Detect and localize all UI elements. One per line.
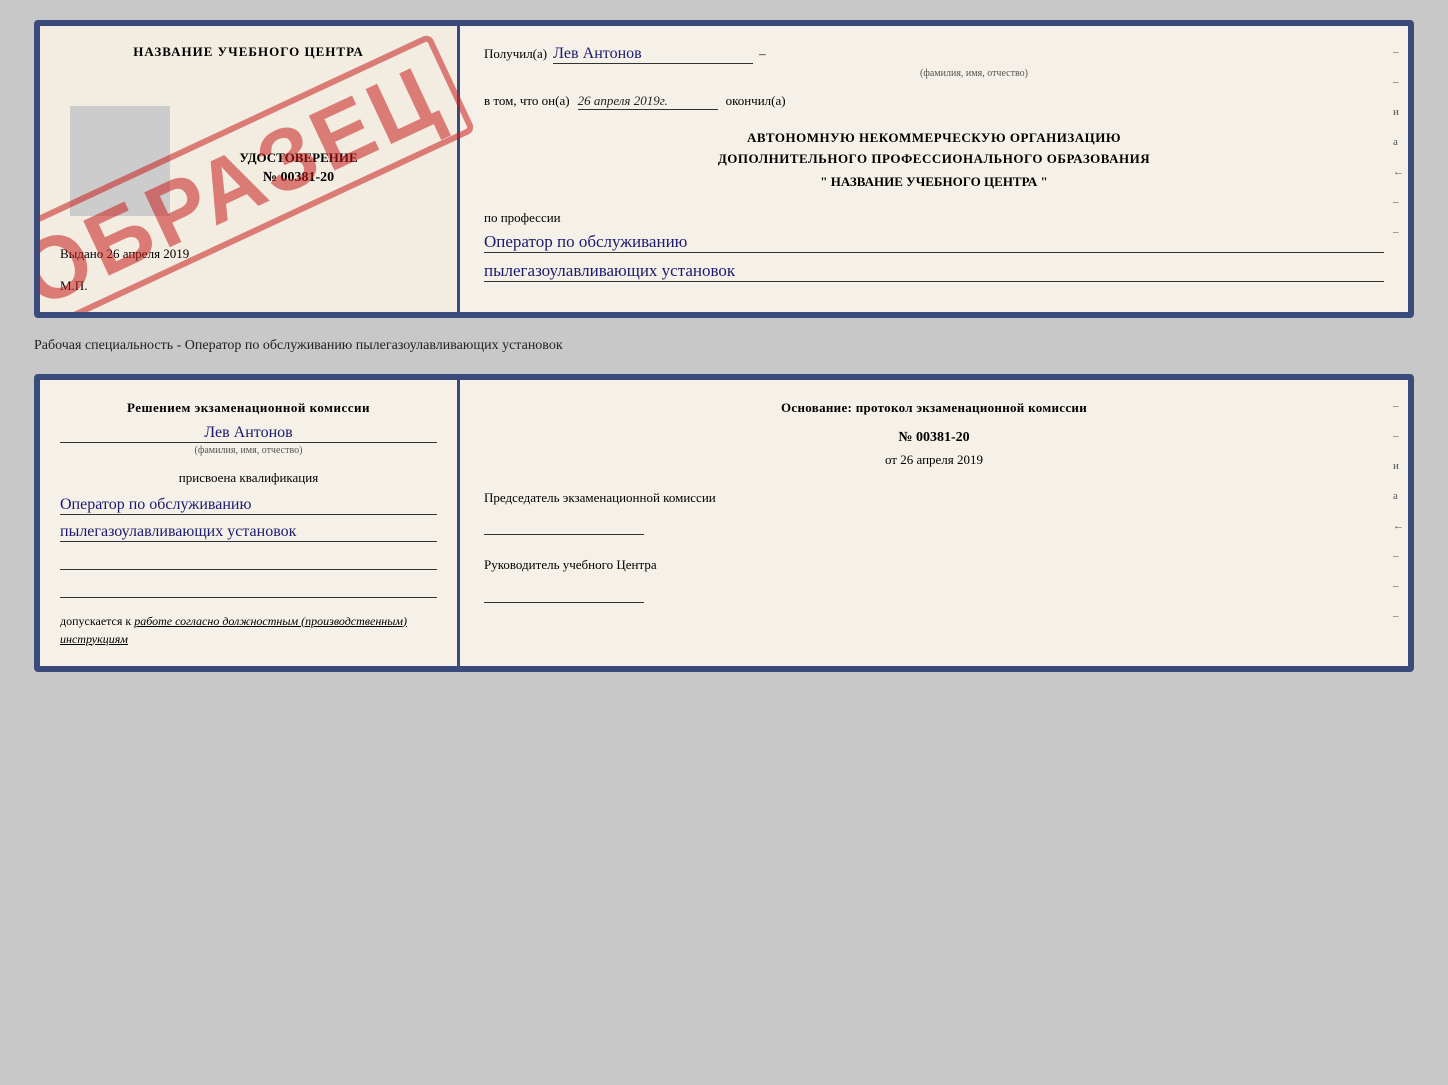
side-marks-bottom: – – и а ← – – –	[1393, 400, 1404, 622]
dash-mark: –	[759, 46, 766, 62]
bottom-profession-line2: пылегазоулавливающих установок	[60, 523, 437, 542]
rukovoditel-block: Руководитель учебного Центра	[484, 555, 1384, 603]
protocol-number: № 00381-20	[484, 430, 1384, 446]
vtom-date: 26 апреля 2019г.	[578, 93, 718, 110]
dopuskaetsya-block: допускается к работе согласно должностны…	[60, 612, 437, 648]
top-center-title: НАЗВАНИЕ УЧЕБНОГО ЦЕНТРА	[60, 44, 437, 60]
org-quotes: " НАЗВАНИЕ УЧЕБНОГО ЦЕНТРА "	[484, 174, 1384, 190]
photo-placeholder	[70, 106, 170, 216]
org-line2: ДОПОЛНИТЕЛЬНОГО ПРОФЕССИОНАЛЬНОГО ОБРАЗО…	[484, 149, 1384, 170]
rukovoditel-label: Руководитель учебного Центра	[484, 555, 1384, 575]
vtom-label: в том, что он(а)	[484, 93, 570, 109]
bottom-left-panel: Решением экзаменационной комиссии Лев Ан…	[40, 380, 460, 666]
rukovoditel-sign-line	[484, 583, 644, 603]
predsedatel-label: Председатель экзаменационной комиссии	[484, 488, 1384, 508]
udostoverenie-block: УДОСТОВЕРЕНИЕ № 00381-20	[160, 150, 437, 186]
vydano-line: Выдано 26 апреля 2019	[60, 246, 437, 262]
ot-date: 26 апреля 2019	[900, 452, 983, 467]
mp-line: М.П.	[60, 278, 437, 294]
vtom-line: в том, что он(а) 26 апреля 2019г. окончи…	[484, 93, 1384, 110]
blank-line-1	[60, 552, 437, 570]
side-marks-top: – – и а ← – –	[1393, 46, 1404, 238]
bottom-right-panel: Основание: протокол экзаменационной коми…	[460, 380, 1408, 666]
ot-label: от	[885, 452, 897, 467]
bottom-profession-line1: Оператор по обслуживанию	[60, 496, 437, 515]
udostoverenie-label: УДОСТОВЕРЕНИЕ	[160, 150, 437, 166]
blank-line-2	[60, 580, 437, 598]
profession-line1-top: Оператор по обслуживанию	[484, 232, 1384, 253]
po-professii-label: по профессии	[484, 210, 1384, 226]
profession-line2-top: пылегазоулавливающих установок	[484, 261, 1384, 282]
ot-date-block: от 26 апреля 2019	[484, 452, 1384, 468]
bottom-name: Лев Антонов	[60, 424, 437, 443]
org-block: АВТОНОМНУЮ НЕКОММЕРЧЕСКУЮ ОРГАНИЗАЦИЮ ДО…	[484, 128, 1384, 170]
resheniem-text: Решением экзаменационной комиссии	[60, 398, 437, 418]
vydano-date: 26 апреля 2019	[107, 246, 190, 261]
fio-hint-bottom: (фамилия, имя, отчество)	[60, 445, 437, 456]
recipient-name: Лев Антонов	[553, 44, 753, 64]
certificate-number: № 00381-20	[160, 170, 437, 186]
poluchil-label: Получил(а)	[484, 46, 547, 62]
predsedatel-block: Председатель экзаменационной комиссии	[484, 488, 1384, 536]
fio-hint-top: (фамилия, имя, отчество)	[564, 68, 1384, 79]
org-line1: АВТОНОМНУЮ НЕКОММЕРЧЕСКУЮ ОРГАНИЗАЦИЮ	[484, 128, 1384, 149]
vydano-label: Выдано	[60, 246, 103, 261]
separator-label: Рабочая специальность - Оператор по обсл…	[34, 336, 1414, 356]
top-left-panel: НАЗВАНИЕ УЧЕБНОГО ЦЕНТРА УДОСТОВЕРЕНИЕ №…	[40, 26, 460, 312]
predsedatel-sign-line	[484, 515, 644, 535]
okonchill-label: окончил(а)	[726, 93, 786, 109]
dopuskaetsya-label: допускается к	[60, 614, 131, 628]
prisvoena-label: присвоена квалификация	[60, 470, 437, 486]
top-right-panel: Получил(а) Лев Антонов – (фамилия, имя, …	[460, 26, 1408, 312]
poluchil-line: Получил(а) Лев Антонов –	[484, 44, 1384, 64]
top-document: НАЗВАНИЕ УЧЕБНОГО ЦЕНТРА УДОСТОВЕРЕНИЕ №…	[34, 20, 1414, 318]
bottom-document: Решением экзаменационной комиссии Лев Ан…	[34, 374, 1414, 672]
po-professii-text: по профессии	[484, 210, 561, 225]
osnovanie-title: Основание: протокол экзаменационной коми…	[484, 398, 1384, 418]
